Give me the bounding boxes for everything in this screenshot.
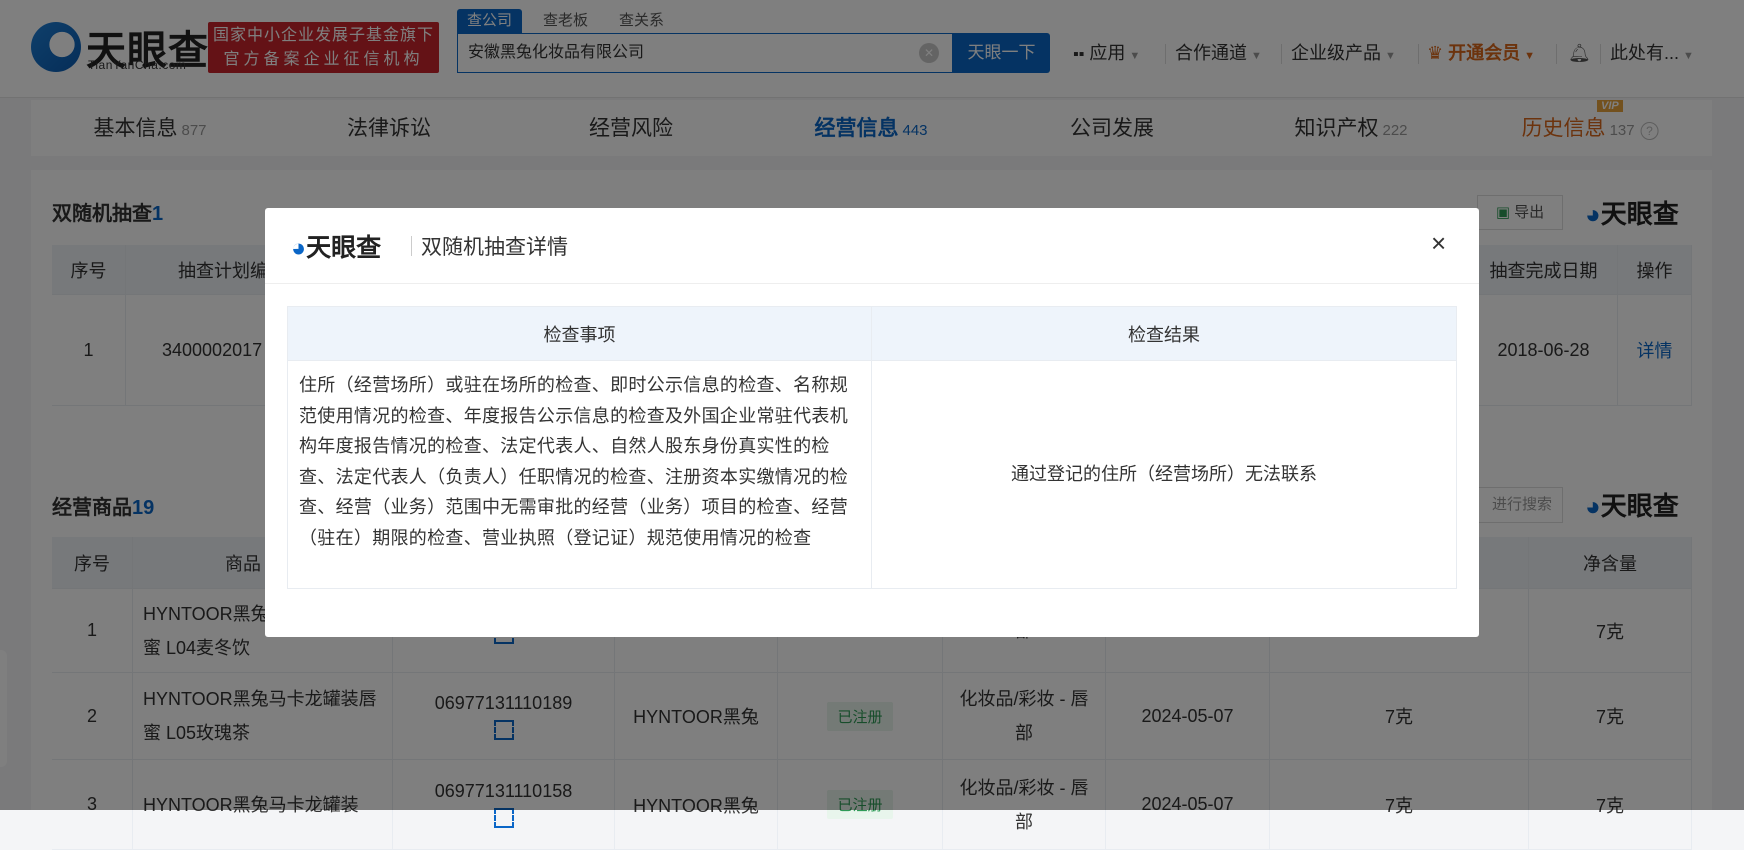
th-inspection-result: 检查结果: [872, 307, 1456, 360]
inspection-detail-modal: ◕天眼查 双随机抽查详情 × 检查事项 检查结果 住所（经营场所）或驻在场所的检…: [265, 208, 1479, 637]
logo-icon: ◕: [291, 234, 307, 262]
inspection-detail-table: 检查事项 检查结果 住所（经营场所）或驻在场所的检查、即时公示信息的检查、名称规…: [287, 306, 1457, 589]
barcode-scan-icon[interactable]: [493, 808, 514, 828]
modal-header: ◕天眼查 双随机抽查详情 ×: [265, 208, 1479, 284]
inspection-item-text: 住所（经营场所）或驻在场所的检查、即时公示信息的检查、名称规范使用情况的检查、年…: [288, 360, 872, 588]
inspection-result-text: 通过登记的住所（经营场所）无法联系: [872, 360, 1456, 588]
modal-logo: ◕天眼查: [291, 228, 381, 264]
modal-title: 双随机抽查详情: [421, 236, 568, 259]
th-inspection-item: 检查事项: [288, 307, 872, 360]
close-icon[interactable]: ×: [1431, 228, 1446, 259]
divider: [411, 236, 412, 256]
modal-logo-text: 天眼查: [306, 234, 382, 262]
